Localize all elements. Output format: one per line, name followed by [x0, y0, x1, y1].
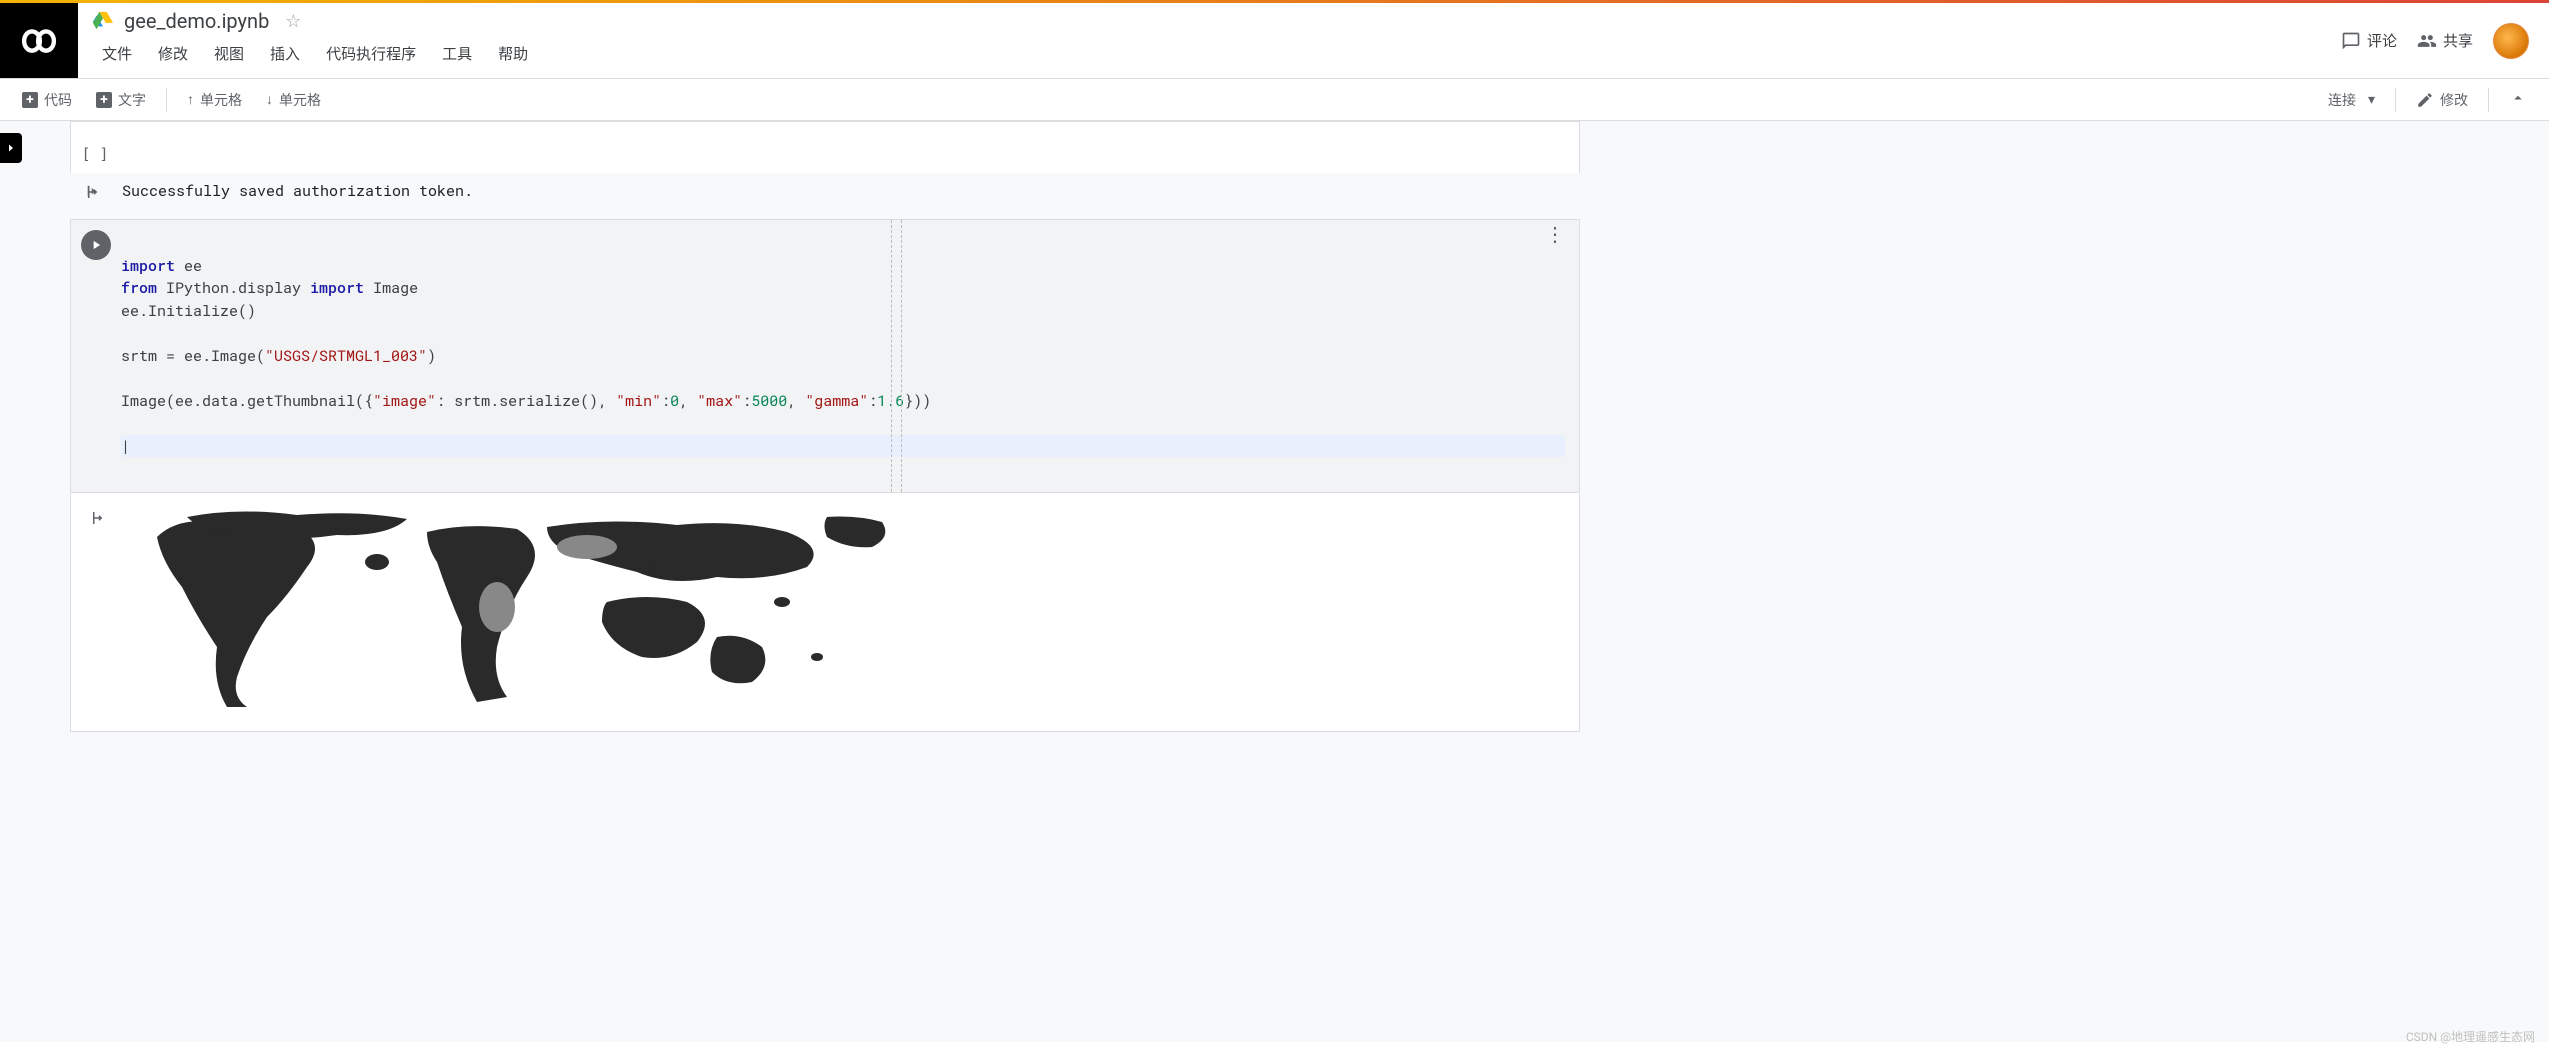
- document-title[interactable]: gee_demo.ipynb: [124, 9, 269, 33]
- menu-bar: 文件 修改 视图 插入 代码执行程序 工具 帮助: [78, 33, 2341, 78]
- colab-logo[interactable]: [0, 3, 78, 78]
- share-button[interactable]: 共享: [2417, 30, 2473, 51]
- arrow-down-icon: ↓: [266, 91, 273, 108]
- menu-tools[interactable]: 工具: [432, 39, 482, 68]
- menu-insert[interactable]: 插入: [260, 39, 310, 68]
- output-arrow-icon: [85, 183, 103, 201]
- connect-button[interactable]: 连接▾: [2318, 84, 2385, 116]
- cell-output: [70, 493, 1580, 732]
- cell-output-text: Successfully saved authorization token.: [122, 181, 473, 201]
- cell-down-button[interactable]: ↓单元格: [256, 84, 331, 116]
- expand-sidebar-button[interactable]: [0, 133, 22, 163]
- share-icon: [2417, 31, 2437, 51]
- editing-button[interactable]: 修改: [2406, 84, 2478, 116]
- code-cell[interactable]: import ee from IPython.display import Im…: [70, 219, 1580, 493]
- menu-file[interactable]: 文件: [92, 39, 142, 68]
- cell-up-button[interactable]: ↑单元格: [177, 84, 252, 116]
- chevron-up-icon: [2509, 89, 2527, 107]
- pencil-icon: [2416, 91, 2434, 109]
- play-icon: [89, 238, 103, 252]
- comment-button[interactable]: 评论: [2341, 30, 2397, 51]
- collapse-header-button[interactable]: [2499, 83, 2537, 117]
- menu-runtime[interactable]: 代码执行程序: [316, 39, 426, 68]
- run-cell-button[interactable]: [81, 230, 111, 260]
- execution-count: [ ]: [81, 145, 108, 163]
- add-code-button[interactable]: +代码: [12, 84, 82, 116]
- toolbar: +代码 +文字 ↑单元格 ↓单元格 连接▾ 修改: [0, 79, 2549, 121]
- chevron-right-icon: [5, 142, 17, 154]
- output-arrow-icon: [90, 509, 108, 527]
- menu-help[interactable]: 帮助: [488, 39, 538, 68]
- watermark: CSDN @地理遥感生态网: [2406, 1028, 2535, 1045]
- output-image-world-map: [127, 507, 907, 717]
- menu-edit[interactable]: 修改: [148, 39, 198, 68]
- cursor-line: |: [121, 435, 1565, 458]
- notebook-area[interactable]: [ ] Successfully saved authorization tok…: [0, 121, 2549, 1042]
- user-avatar[interactable]: [2493, 23, 2529, 59]
- cell-options-button[interactable]: ⋮: [1545, 230, 1565, 238]
- plus-icon: +: [96, 92, 112, 108]
- code-editor[interactable]: import ee from IPython.display import Im…: [121, 220, 1579, 492]
- app-header: gee_demo.ipynb ☆ 文件 修改 视图 插入 代码执行程序 工具 帮…: [0, 3, 2549, 79]
- menu-view[interactable]: 视图: [204, 39, 254, 68]
- star-icon[interactable]: ☆: [285, 11, 301, 32]
- add-text-button[interactable]: +文字: [86, 84, 156, 116]
- chevron-down-icon: ▾: [2368, 92, 2375, 108]
- drive-icon: [92, 10, 114, 32]
- arrow-up-icon: ↑: [187, 91, 194, 108]
- comment-icon: [2341, 31, 2361, 51]
- plus-icon: +: [22, 92, 38, 108]
